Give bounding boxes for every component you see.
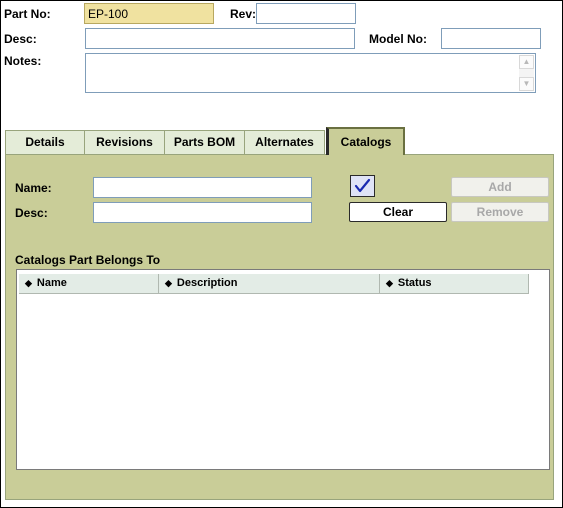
rev-label: Rev: <box>230 7 257 21</box>
tab-revisions-label: Revisions <box>96 135 153 149</box>
tab-alternates-label: Alternates <box>255 135 314 149</box>
catalog-name-field[interactable] <box>93 177 312 198</box>
column-header-name[interactable]: ◆ Name <box>19 274 159 294</box>
remove-button-label: Remove <box>476 205 524 219</box>
check-button[interactable] <box>350 175 375 197</box>
notes-scrollbar[interactable]: ▲ ▼ <box>519 55 534 91</box>
column-header-description-label: Description <box>176 277 238 289</box>
column-header-name-label: Name <box>36 277 67 289</box>
catalog-desc-label: Desc: <box>15 206 48 220</box>
catalog-desc-field[interactable] <box>93 202 312 223</box>
notes-label: Notes: <box>4 54 42 68</box>
add-button-label: Add <box>488 180 512 194</box>
tab-details[interactable]: Details <box>5 130 85 154</box>
desc-field[interactable] <box>85 28 355 49</box>
column-header-status-label: Status <box>397 277 432 289</box>
part-no-field[interactable] <box>84 3 214 24</box>
tab-parts-bom-label: Parts BOM <box>173 135 236 149</box>
sort-icon: ◆ <box>165 278 172 288</box>
catalogs-table: ◆ Name ◆ Description ◆ Status <box>16 269 550 470</box>
model-no-label: Model No: <box>369 32 427 46</box>
scroll-up-icon[interactable]: ▲ <box>519 55 534 69</box>
tab-details-label: Details <box>25 135 65 149</box>
checkmark-icon <box>354 178 371 193</box>
sort-icon: ◆ <box>386 278 393 288</box>
desc-label: Desc: <box>4 32 37 46</box>
column-header-description[interactable]: ◆ Description <box>159 274 380 294</box>
tab-catalogs[interactable]: Catalogs <box>326 127 405 155</box>
rev-field[interactable] <box>256 3 356 24</box>
remove-button[interactable]: Remove <box>451 202 549 222</box>
notes-textarea[interactable]: ▲ ▼ <box>85 53 536 93</box>
model-no-field[interactable] <box>441 28 541 49</box>
tab-parts-bom[interactable]: Parts BOM <box>164 130 245 154</box>
add-button[interactable]: Add <box>451 177 549 197</box>
tab-revisions[interactable]: Revisions <box>84 130 165 154</box>
catalogs-section-title: Catalogs Part Belongs To <box>15 253 161 267</box>
column-header-status[interactable]: ◆ Status <box>380 274 529 294</box>
clear-button-label: Clear <box>382 205 414 219</box>
scroll-down-icon[interactable]: ▼ <box>519 77 534 91</box>
sort-icon: ◆ <box>25 278 32 288</box>
tab-catalogs-label: Catalogs <box>340 135 392 149</box>
tab-alternates[interactable]: Alternates <box>244 130 325 154</box>
part-no-label: Part No: <box>4 7 51 21</box>
clear-button[interactable]: Clear <box>349 202 447 222</box>
catalog-name-label: Name: <box>15 181 52 195</box>
